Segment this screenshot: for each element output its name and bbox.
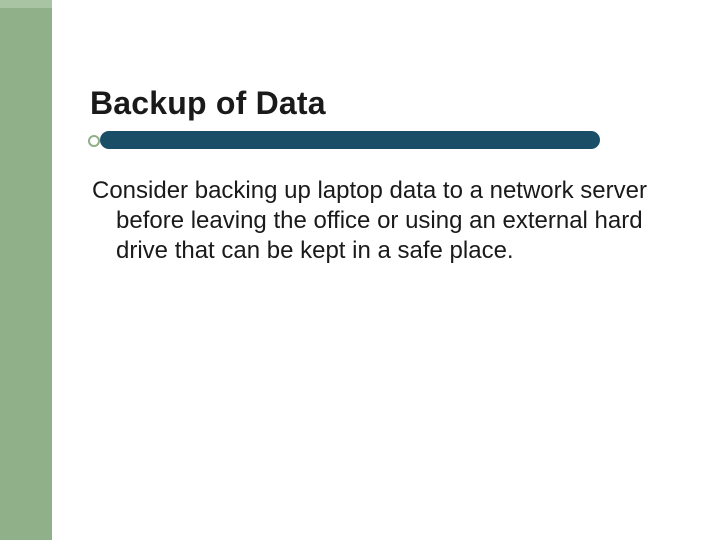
slide-title: Backup of Data bbox=[90, 85, 326, 122]
slide-content: Backup of Data Consider backing up lapto… bbox=[52, 0, 720, 540]
title-underline bbox=[100, 131, 600, 149]
sidebar-top-highlight bbox=[0, 0, 52, 8]
slide-body: Consider backing up laptop data to a net… bbox=[92, 176, 652, 266]
bullet-icon bbox=[88, 135, 100, 147]
body-paragraph: Consider backing up laptop data to a net… bbox=[92, 176, 652, 266]
left-sidebar bbox=[0, 0, 52, 540]
